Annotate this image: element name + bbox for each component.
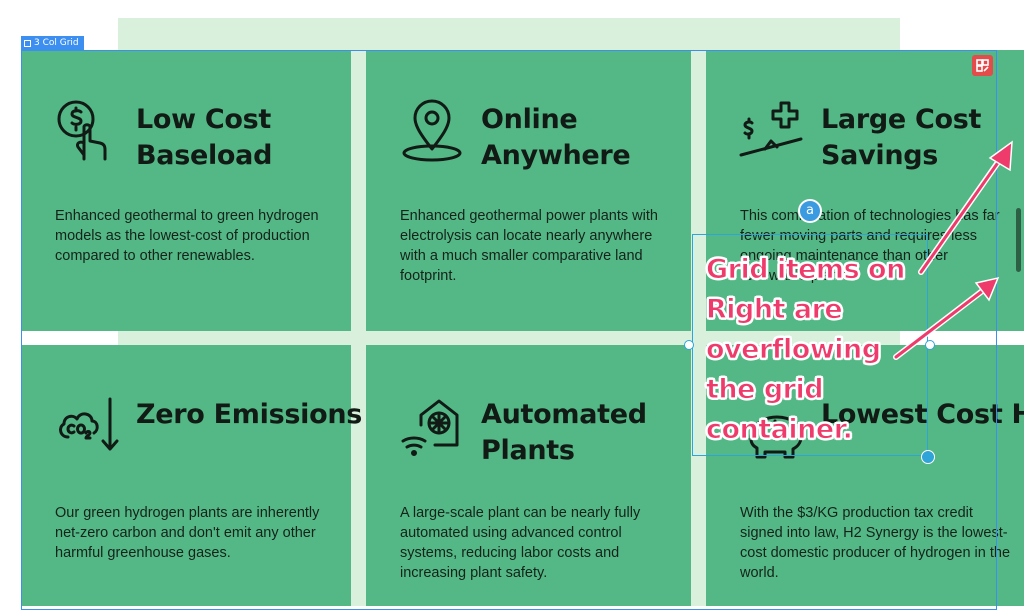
- grid-container-label[interactable]: 3 Col Grid: [21, 36, 84, 50]
- resize-handle-corner[interactable]: [921, 450, 935, 464]
- card-title: Large Cost Savings: [821, 104, 982, 171]
- co2-cloud-down-icon: [54, 395, 120, 461]
- card-description: A large-scale plant can be nearly fully …: [400, 505, 641, 581]
- grid-item-automated-plants[interactable]: Automated Plants A large-scale plant can…: [366, 345, 691, 606]
- grid-label-text: 3 Col Grid: [34, 38, 79, 48]
- edit-grid-icon[interactable]: [972, 55, 993, 76]
- grid-square-icon: [24, 39, 31, 47]
- card-description: With the $3/KG production tax credit sig…: [740, 505, 1011, 581]
- resize-handle-right[interactable]: [925, 340, 935, 350]
- grid-item-online-anywhere[interactable]: Online Anywhere Enhanced geothermal powe…: [366, 50, 691, 331]
- map-pin-icon: [399, 97, 465, 163]
- resize-handle-left[interactable]: [684, 340, 694, 350]
- dollar-hand-icon: [54, 97, 120, 163]
- card-title: Online Anywhere: [481, 104, 631, 171]
- annotation-text: Grid items on Right are overflowing the …: [706, 254, 906, 446]
- grid-item-zero-emissions[interactable]: Zero Emissions Our green hydrogen plants…: [21, 345, 362, 606]
- savings-seesaw-icon: [739, 97, 805, 163]
- grid-item-low-cost[interactable]: Low Cost Baseload Enhanced geothermal to…: [21, 50, 351, 331]
- scrollbar-thumb[interactable]: [1016, 208, 1021, 272]
- card-description: Enhanced geothermal to green hydrogen mo…: [55, 208, 319, 264]
- card-description: Enhanced geothermal power plants with el…: [400, 208, 658, 284]
- card-title: Zero Emissions: [136, 399, 363, 430]
- automated-house-fan-icon: [399, 395, 465, 461]
- card-title: Automated Plants: [481, 399, 647, 466]
- card-title: Low Cost Baseload: [136, 104, 273, 171]
- card-description: Our green hydrogen plants are inherently…: [55, 505, 320, 561]
- annotation-marker: a: [798, 199, 822, 223]
